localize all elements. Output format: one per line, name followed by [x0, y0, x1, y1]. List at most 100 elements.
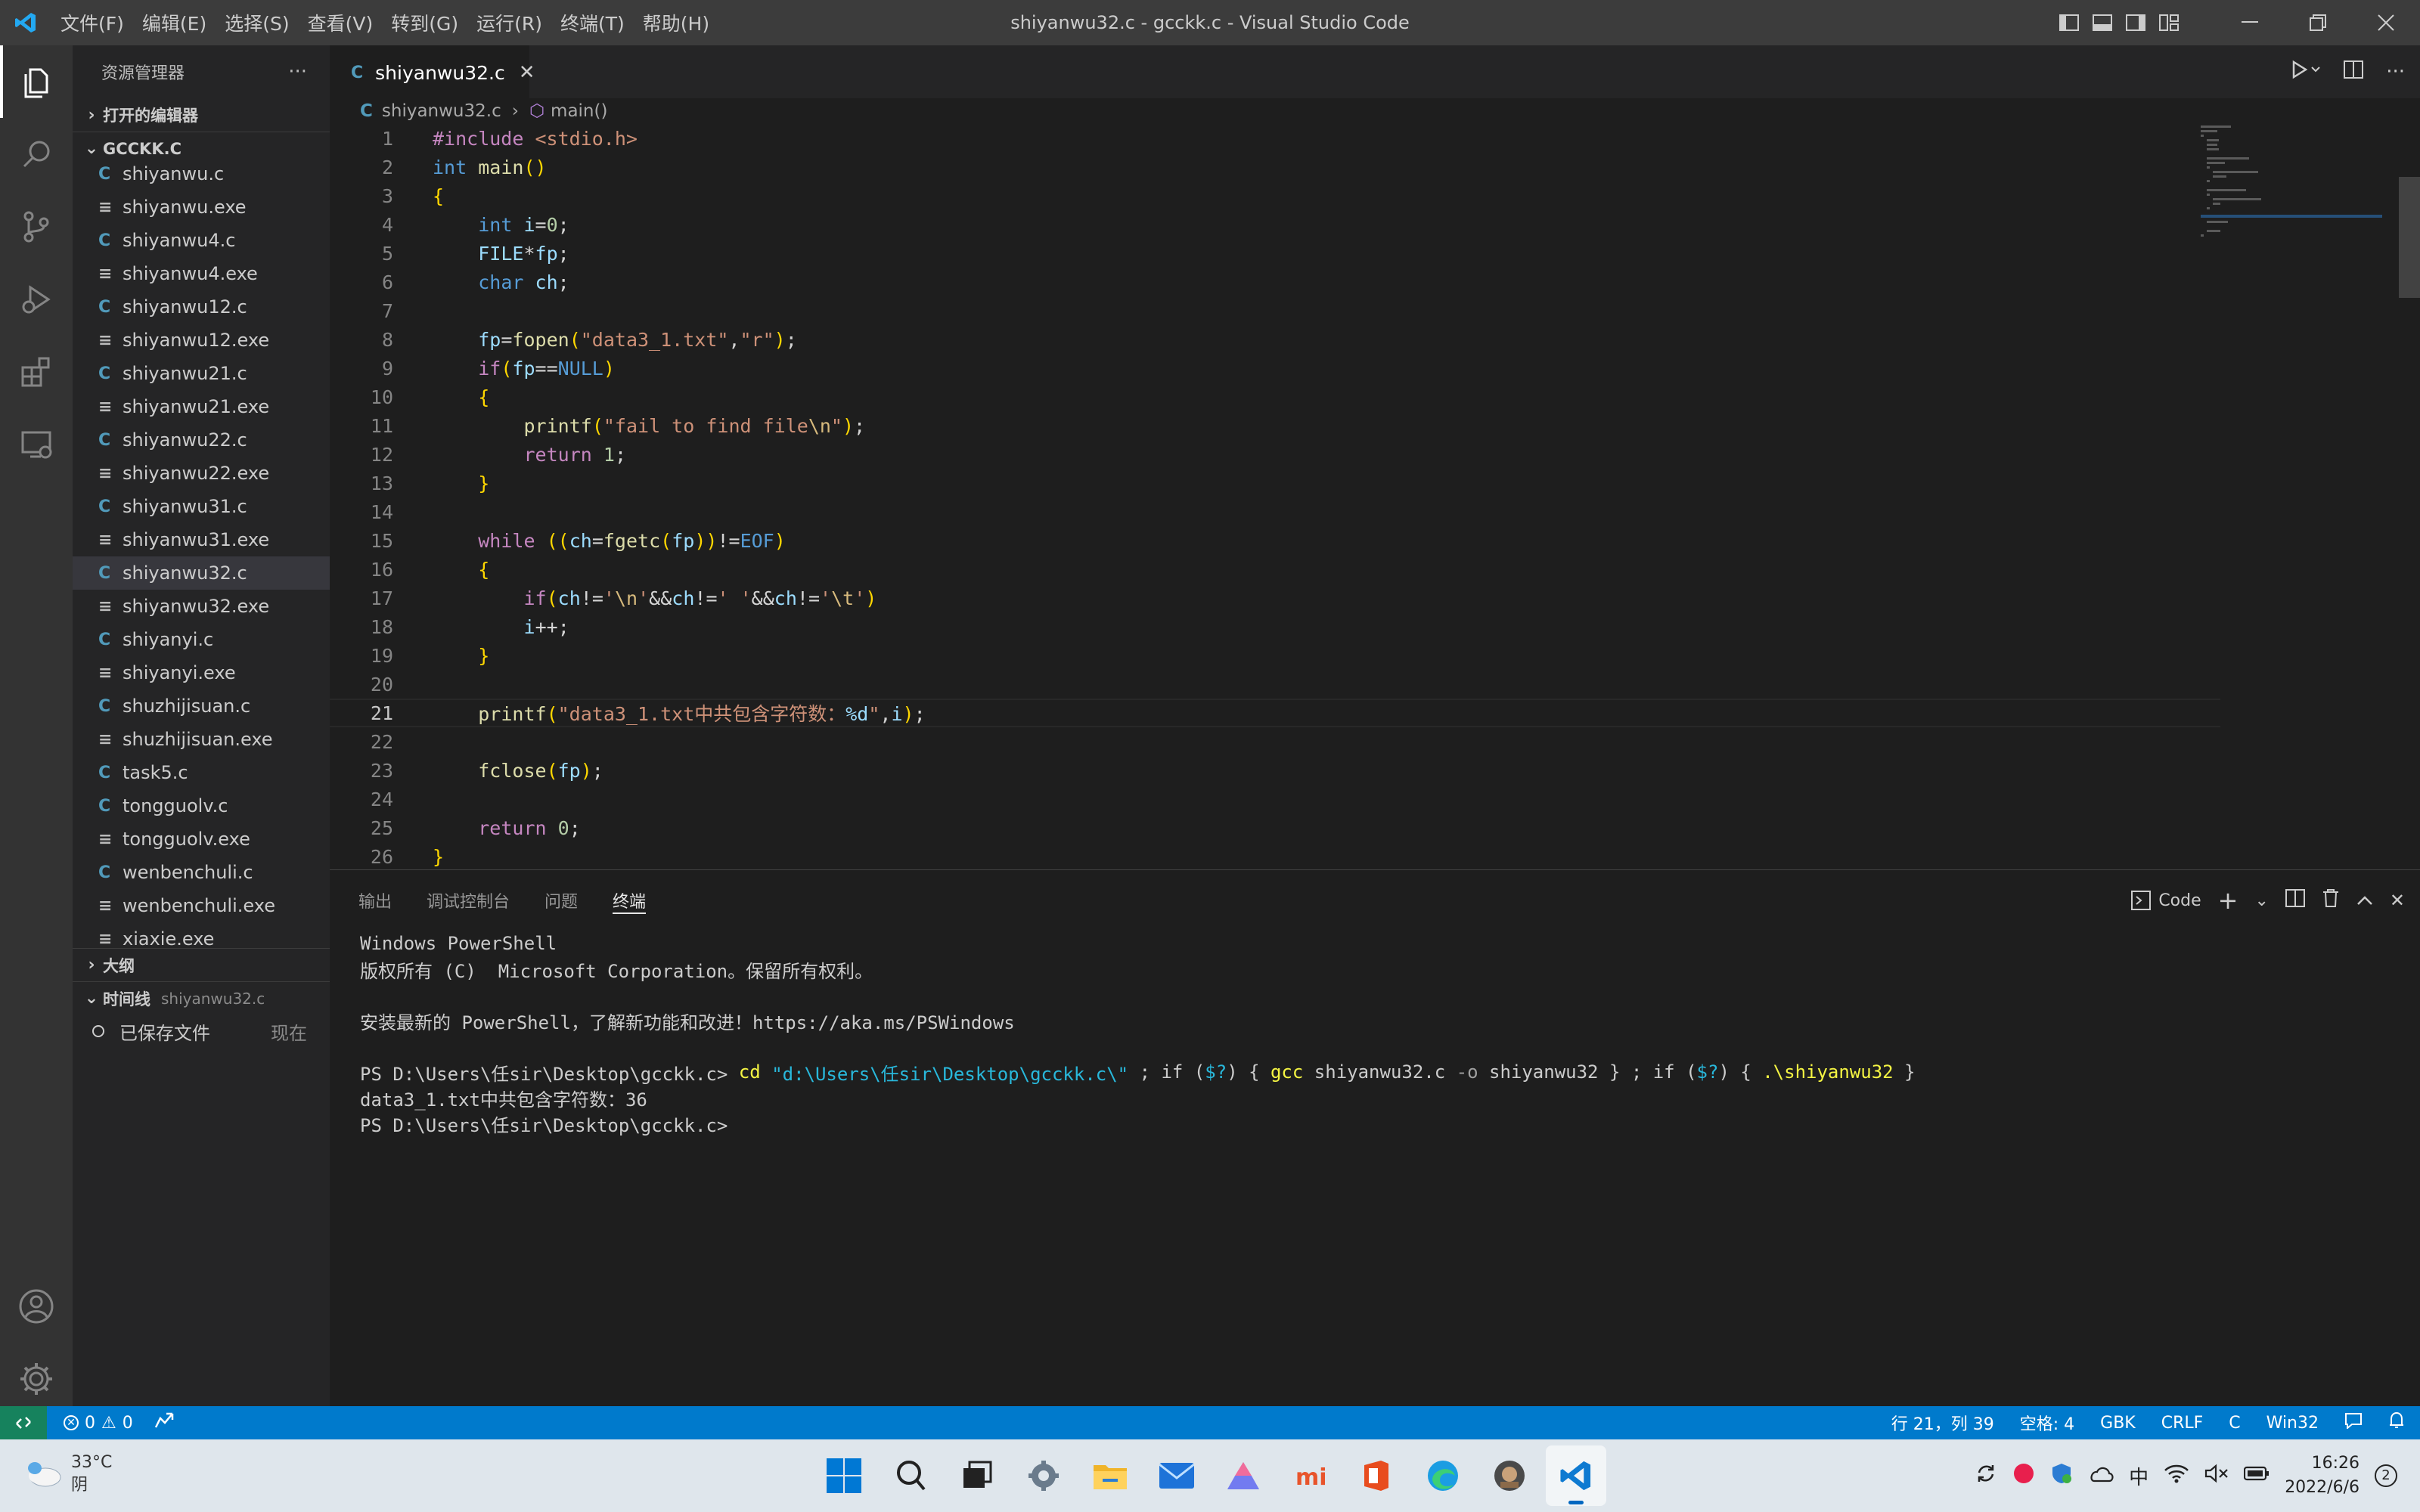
remote-indicator-icon[interactable]	[0, 1406, 47, 1439]
breadcrumb-symbol[interactable]: main()	[551, 101, 607, 121]
file-tree-item[interactable]: Cwenbenchuli.c	[73, 856, 330, 889]
terminal-shell-selector[interactable]: Code	[2131, 891, 2201, 910]
close-panel-icon[interactable]: ✕	[2390, 890, 2405, 911]
mail-icon[interactable]	[1146, 1445, 1207, 1506]
code-line[interactable]: 21 printf("data3_1.txt中共包含字符数：%d",i);	[330, 699, 2220, 727]
toggle-secondary-sidebar-icon[interactable]	[2119, 0, 2152, 45]
code-line[interactable]: 17 if(ch!='\n'&&ch!=' '&&ch!='\t')	[330, 584, 2220, 612]
file-tree-item[interactable]: Cshiyanwu32.c	[73, 556, 330, 590]
outline-section[interactable]: › 大纲	[73, 948, 330, 981]
code-line[interactable]: 18 i++;	[330, 612, 2220, 641]
cursor-position[interactable]: 行 21，列 39	[1891, 1411, 1994, 1435]
code-line[interactable]: 13 }	[330, 469, 2220, 497]
notifications-bell-icon[interactable]	[2388, 1411, 2405, 1434]
more-actions-icon[interactable]: ···	[288, 60, 307, 83]
settings-gear-icon[interactable]	[1013, 1445, 1074, 1506]
file-tree-item[interactable]: ≡ shiyanwu.exe	[73, 191, 330, 224]
task-view-icon[interactable]	[947, 1445, 1007, 1506]
code-line[interactable]: 26}	[330, 842, 2220, 869]
file-tree-item[interactable]: ≡ shiyanwu12.exe	[73, 324, 330, 357]
tab-terminal[interactable]: 终端	[613, 870, 647, 931]
file-tree-item[interactable]: ≡ shiyanwu21.exe	[73, 390, 330, 423]
record-icon[interactable]	[2012, 1462, 2035, 1489]
file-tree-item[interactable]: Cshuzhijisuan.c	[73, 689, 330, 723]
code-line[interactable]: 22	[330, 727, 2220, 756]
weather-widget[interactable]: 33°C 阴	[23, 1452, 112, 1497]
tab-debug-console[interactable]: 调试控制台	[427, 870, 510, 931]
notification-badge[interactable]: 2	[2375, 1464, 2397, 1487]
file-explorer-icon[interactable]	[1080, 1445, 1140, 1506]
file-tree-item[interactable]: ≡ shiyanwu31.exe	[73, 523, 330, 556]
run-and-debug-icon[interactable]	[0, 263, 73, 336]
onedrive-cloud-icon[interactable]	[2088, 1464, 2114, 1487]
open-editors-section[interactable]: › 打开的编辑器	[73, 98, 330, 132]
platform[interactable]: Win32	[2266, 1414, 2319, 1433]
menu-run[interactable]: 运行(R)	[467, 9, 551, 36]
sync-icon[interactable]	[1975, 1462, 1997, 1489]
customize-layout-icon[interactable]	[2152, 0, 2186, 45]
encoding[interactable]: GBK	[2100, 1414, 2136, 1433]
search-icon[interactable]	[880, 1445, 941, 1506]
game-app-icon[interactable]	[1479, 1445, 1540, 1506]
file-tree-item[interactable]: Cshiyanyi.c	[73, 623, 330, 656]
battery-icon[interactable]	[2244, 1466, 2270, 1486]
source-control-icon[interactable]	[0, 191, 73, 263]
scrollbar-thumb[interactable]	[2399, 177, 2420, 298]
terminal-output[interactable]: Windows PowerShell 版权所有 (C) Microsoft Co…	[330, 931, 2420, 1136]
language-mode[interactable]: C	[2229, 1414, 2240, 1433]
xiaomi-app-icon[interactable]: mi	[1280, 1445, 1340, 1506]
file-tree-item[interactable]: ≡ shuzhijisuan.exe	[73, 723, 330, 756]
code-line[interactable]: 11 printf("fail to find file\n");	[330, 411, 2220, 440]
indentation[interactable]: 空格: 4	[2020, 1411, 2074, 1435]
trash-icon[interactable]	[2322, 888, 2340, 912]
file-tree-item[interactable]: Cshiyanwu21.c	[73, 357, 330, 390]
extensions-icon[interactable]	[0, 336, 73, 408]
timeline-section[interactable]: ⌄ 时间线 shiyanwu32.c	[73, 981, 330, 1015]
security-shield-icon[interactable]	[2050, 1462, 2073, 1489]
file-tree-item[interactable]: ≡ shiyanwu32.exe	[73, 590, 330, 623]
close-window-icon[interactable]	[2352, 0, 2420, 45]
office-icon[interactable]	[1346, 1445, 1407, 1506]
menu-terminal[interactable]: 终端(T)	[551, 9, 634, 36]
code-editor[interactable]: 1 #include <stdio.h> 2 int main() 3{4 int i=…	[330, 124, 2220, 869]
code-line[interactable]: 3{	[330, 181, 2220, 210]
remote-explorer-icon[interactable]	[0, 408, 73, 481]
code-line[interactable]: 7	[330, 296, 2220, 325]
toggle-panel-icon[interactable]	[2086, 0, 2119, 45]
code-line[interactable]: 6 char ch;	[330, 268, 2220, 296]
toggle-primary-sidebar-icon[interactable]	[2052, 0, 2086, 45]
file-tree-item[interactable]: Cshiyanwu12.c	[73, 290, 330, 324]
menu-view[interactable]: 查看(V)	[299, 9, 383, 36]
close-tab-icon[interactable]: ✕	[519, 61, 535, 84]
file-tree-item[interactable]: Cshiyanwu22.c	[73, 423, 330, 457]
windows-start-icon[interactable]	[814, 1445, 874, 1506]
code-line[interactable]: 12 return 1;	[330, 440, 2220, 469]
minimap[interactable]	[2201, 124, 2382, 245]
menu-help[interactable]: 帮助(H)	[634, 9, 718, 36]
split-editor-icon[interactable]	[2344, 60, 2364, 83]
breadcrumb-file[interactable]: shiyanwu32.c	[382, 101, 501, 121]
menu-file[interactable]: 文件(F)	[51, 9, 133, 36]
file-tree-item[interactable]: ≡ shiyanyi.exe	[73, 656, 330, 689]
code-line[interactable]: 4 int i=0;	[330, 210, 2220, 239]
tab-problems[interactable]: 问题	[544, 870, 578, 931]
line-ending[interactable]: CRLF	[2161, 1414, 2204, 1433]
menu-selection[interactable]: 选择(S)	[216, 9, 298, 36]
file-tree-item[interactable]: ≡ shiyanwu22.exe	[73, 457, 330, 490]
manage-gear-icon[interactable]	[0, 1343, 73, 1415]
code-line[interactable]: 19 }	[330, 641, 2220, 670]
chevron-down-icon[interactable]: ⌄	[2254, 891, 2268, 910]
file-tree-item[interactable]: Cshiyanwu31.c	[73, 490, 330, 523]
problems-indicator[interactable]: ✕ 0 ⚠ 0	[64, 1414, 133, 1433]
code-line[interactable]: 23 fclose(fp);	[330, 756, 2220, 785]
restore-icon[interactable]	[2284, 0, 2352, 45]
photos-icon[interactable]	[1213, 1445, 1274, 1506]
vscode-logo-icon[interactable]	[0, 0, 51, 45]
explorer-icon[interactable]	[0, 45, 73, 118]
file-tree-item[interactable]: Cshiyanwu.c	[73, 157, 330, 191]
menu-go[interactable]: 转到(G)	[382, 9, 467, 36]
tab-output[interactable]: 输出	[358, 870, 392, 931]
file-tree-item[interactable]: Cshiyanwu4.c	[73, 224, 330, 257]
volume-muted-icon[interactable]	[2204, 1464, 2229, 1488]
file-tree-item[interactable]: Ctongguolv.c	[73, 789, 330, 823]
